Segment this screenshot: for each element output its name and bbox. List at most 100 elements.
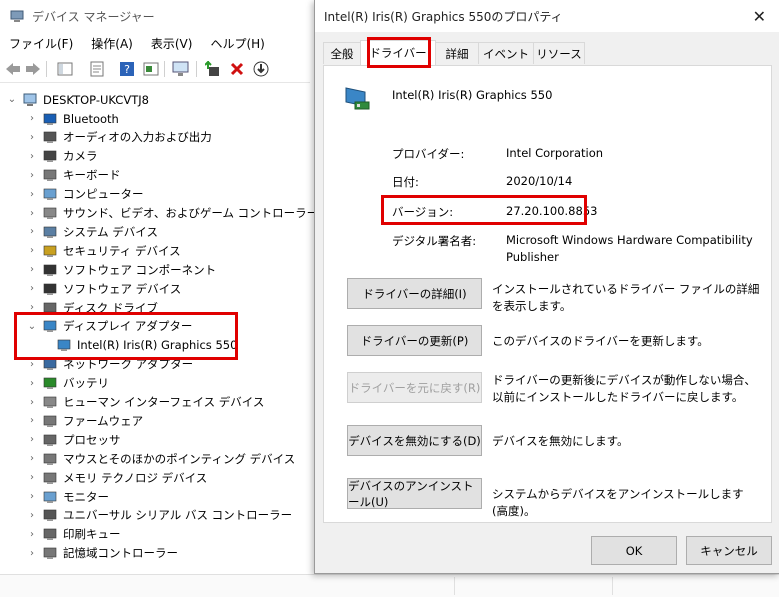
chevron-right-icon[interactable]: › — [26, 226, 38, 237]
tree-child-item[interactable]: Intel(R) Iris(R) Graphics 550 — [40, 336, 237, 355]
tab-driver[interactable]: ドライバー — [360, 40, 436, 65]
update-driver-icon[interactable] — [204, 60, 222, 78]
menu-action[interactable]: 操作(A) — [82, 34, 142, 54]
uninstall-device-description: システムからデバイスをアンインストールします (高度)。 — [492, 487, 744, 518]
close-icon[interactable]: ✕ — [753, 7, 766, 26]
signer-value-line1: Microsoft Windows Hardware Compatibility — [506, 233, 753, 247]
tree-category-item[interactable]: › ソフトウェア デバイス — [26, 279, 181, 298]
storage-controller-icon — [42, 546, 58, 560]
chevron-right-icon[interactable]: › — [26, 491, 38, 502]
show-hide-tree-icon[interactable] — [56, 60, 74, 78]
chevron-right-icon[interactable]: › — [26, 359, 38, 370]
tree-root[interactable]: ⌄ DESKTOP-UKCVTJ8 — [6, 90, 149, 109]
action-pane-icon[interactable] — [142, 60, 160, 78]
scan-hardware-icon[interactable] — [172, 60, 190, 78]
forward-icon[interactable] — [24, 60, 42, 78]
chevron-down-icon[interactable]: ⌄ — [26, 321, 38, 332]
chevron-down-icon[interactable]: ⌄ — [6, 94, 18, 105]
tree-category-item[interactable]: › Bluetooth — [26, 109, 119, 128]
tree-category-item[interactable]: › ソフトウェア コンポーネント — [26, 260, 216, 279]
tree-item-label: 記憶域コントローラー — [63, 546, 178, 561]
cancel-button[interactable]: キャンセル — [686, 536, 772, 565]
chevron-right-icon[interactable]: › — [26, 208, 38, 219]
chevron-right-icon[interactable]: › — [26, 434, 38, 445]
menu-file[interactable]: ファイル(F) — [0, 34, 82, 54]
tree-category-item[interactable]: › コンピューター — [26, 185, 144, 204]
tree-item-label: ディスプレイ アダプター — [63, 319, 193, 334]
uninstall-device-button[interactable]: デバイスのアンインストール(U) — [347, 478, 482, 509]
tree-item-label: キーボード — [63, 168, 121, 183]
toolbar-separator — [164, 61, 165, 77]
tree-category-item[interactable]: › セキュリティ デバイス — [26, 241, 181, 260]
driver-details-button[interactable]: ドライバーの詳細(I) — [347, 278, 482, 309]
chevron-right-icon[interactable]: › — [26, 132, 38, 143]
tree-category-item[interactable]: › マウスとそのほかのポインティング デバイス — [26, 449, 295, 468]
tree-category-item[interactable]: › 記憶域コントローラー — [26, 544, 178, 563]
tree-category-item[interactable]: › メモリ テクノロジ デバイス — [26, 468, 207, 487]
date-value: 2020/10/14 — [506, 174, 573, 188]
tree-category-item[interactable]: › バッテリ — [26, 374, 109, 393]
menu-view[interactable]: 表示(V) — [142, 34, 202, 54]
tree-category-item[interactable]: › ファームウェア — [26, 411, 143, 430]
chevron-right-icon[interactable]: › — [26, 302, 38, 313]
tree-category-item[interactable]: › システム デバイス — [26, 222, 158, 241]
chevron-right-icon[interactable]: › — [26, 245, 38, 256]
chevron-right-icon[interactable]: › — [26, 378, 38, 389]
chevron-right-icon[interactable]: › — [26, 510, 38, 521]
chevron-right-icon[interactable]: › — [26, 529, 38, 540]
toolbar-separator — [196, 61, 197, 77]
update-driver-description: このデバイスのドライバーを更新します。 — [492, 334, 709, 348]
tree-item-label: カメラ — [63, 149, 98, 164]
tab-events[interactable]: イベント — [478, 42, 534, 64]
help-icon[interactable]: ? — [118, 60, 136, 78]
chevron-right-icon[interactable]: › — [26, 113, 38, 124]
roll-back-driver-button[interactable]: ドライバーを元に戻す(R) — [347, 372, 482, 403]
menu-help[interactable]: ヘルプ(H) — [201, 34, 273, 54]
tree-item-label: ソフトウェア デバイス — [63, 281, 182, 296]
tree-item-label: モニター — [63, 489, 109, 504]
uninstall-icon[interactable] — [228, 60, 246, 78]
ok-button[interactable]: OK — [591, 536, 677, 565]
tab-general[interactable]: 全般 — [323, 42, 361, 64]
chevron-right-icon[interactable]: › — [26, 415, 38, 426]
disable-device-button[interactable]: デバイスを無効にする(D) — [347, 425, 482, 456]
tab-details[interactable]: 詳細 — [435, 42, 479, 64]
chevron-right-icon[interactable]: › — [26, 151, 38, 162]
tree-category-item[interactable]: › サウンド、ビデオ、およびゲーム コントローラー — [26, 204, 318, 223]
usb-icon — [42, 508, 58, 522]
tree-item-label: システム デバイス — [63, 224, 158, 239]
chevron-right-icon[interactable]: › — [26, 397, 38, 408]
toolbar-separator — [46, 61, 47, 77]
tree-category-item[interactable]: › プロセッサ — [26, 430, 121, 449]
chevron-right-icon[interactable]: › — [26, 453, 38, 464]
display-adapter-icon — [42, 319, 58, 333]
back-icon[interactable] — [4, 60, 22, 78]
tree-category-item[interactable]: › ディスク ドライブ — [26, 298, 158, 317]
tree-category-item[interactable]: › ネットワーク アダプター — [26, 355, 193, 374]
update-driver-button[interactable]: ドライバーの更新(P) — [347, 325, 482, 356]
tree-category-item[interactable]: › カメラ — [26, 147, 98, 166]
tree-item-label: オーディオの入力および出力 — [63, 130, 212, 145]
chevron-right-icon[interactable]: › — [26, 170, 38, 181]
tab-resources[interactable]: リソース — [533, 42, 585, 64]
download-icon[interactable] — [252, 60, 270, 78]
tree-category-item[interactable]: › オーディオの入力および出力 — [26, 128, 212, 147]
chevron-right-icon[interactable]: › — [26, 283, 38, 294]
chevron-right-icon[interactable]: › — [26, 189, 38, 200]
properties-icon[interactable] — [88, 60, 106, 78]
tree-category-item[interactable]: › キーボード — [26, 166, 121, 185]
tree-category-item[interactable]: › 印刷キュー — [26, 525, 121, 544]
tree-category-item[interactable]: › ユニバーサル シリアル バス コントローラー — [26, 506, 292, 525]
chevron-right-icon[interactable]: › — [26, 264, 38, 275]
tree-category-item[interactable]: › ヒューマン インターフェイス デバイス — [26, 393, 264, 412]
dialog-titlebar: Intel(R) Iris(R) Graphics 550のプロパティ ✕ — [315, 0, 779, 32]
tree-category-item[interactable]: ⌄ ディスプレイ アダプター — [26, 317, 193, 336]
disk-drive-icon — [42, 301, 58, 315]
tree-item-label: ヒューマン インターフェイス デバイス — [63, 395, 265, 409]
chevron-right-icon[interactable]: › — [26, 472, 38, 483]
speaker-icon — [42, 130, 58, 144]
tree-root-label: DESKTOP-UKCVTJ8 — [43, 92, 149, 107]
tree-category-item[interactable]: › モニター — [26, 487, 109, 506]
bluetooth-icon — [42, 112, 58, 126]
chevron-right-icon[interactable]: › — [26, 548, 38, 559]
